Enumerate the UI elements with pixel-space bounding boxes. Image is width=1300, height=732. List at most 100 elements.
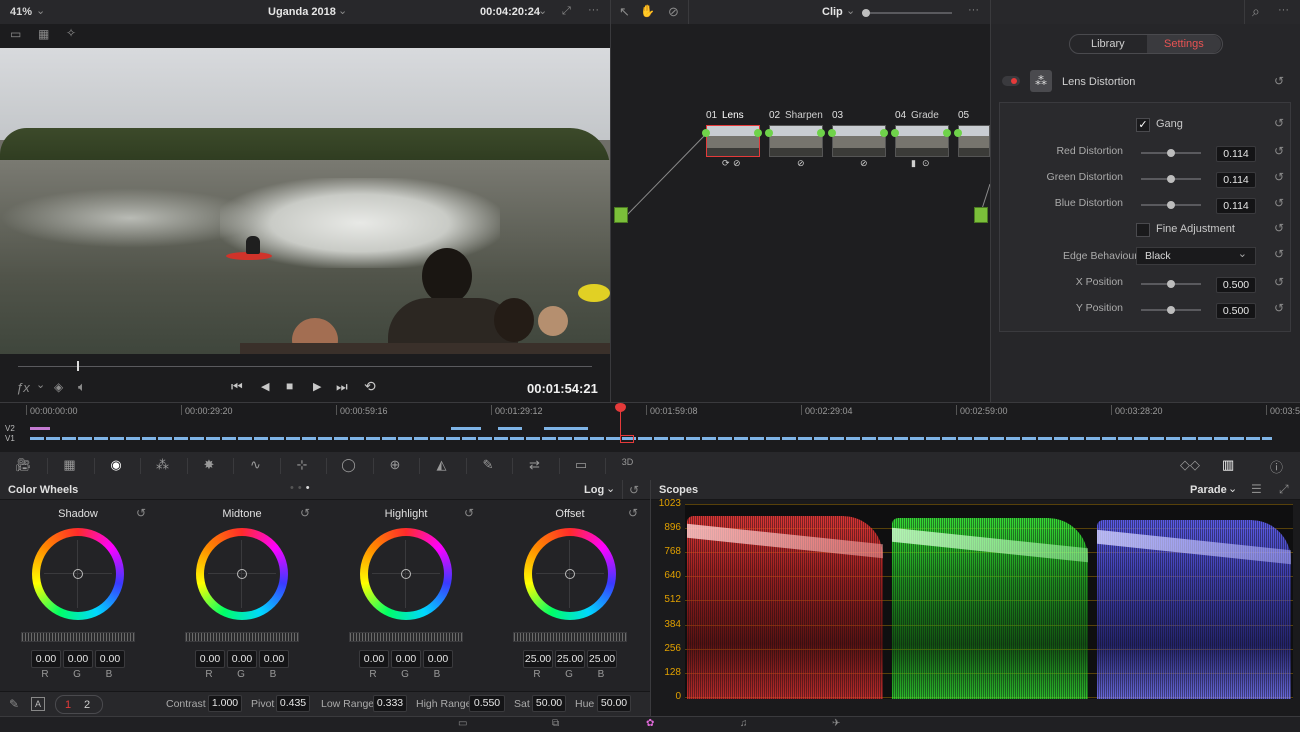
- viewer-options-icon[interactable]: ···: [588, 4, 599, 16]
- param-slider[interactable]: [1141, 201, 1201, 209]
- v2-clip-c[interactable]: [544, 427, 588, 430]
- scrubber-handle[interactable]: [77, 361, 79, 371]
- play-reverse-icon[interactable]: ◀: [261, 380, 269, 393]
- pointer-icon[interactable]: ↖: [619, 4, 630, 20]
- wheel-master-dial[interactable]: [349, 632, 463, 642]
- param-value[interactable]: 0.500: [1216, 277, 1256, 293]
- window-icon[interactable]: ◯: [338, 457, 360, 473]
- node-thumbnail[interactable]: [832, 125, 886, 157]
- node-mode-chevron-icon[interactable]: ⌄: [846, 4, 855, 17]
- adjust-value[interactable]: 50.00: [597, 695, 631, 712]
- edit-page-icon[interactable]: ⧉: [552, 718, 559, 729]
- node-output-dot[interactable]: [754, 129, 762, 137]
- v2-clip[interactable]: [30, 427, 50, 430]
- wheel-value-g[interactable]: 0.00: [227, 650, 257, 668]
- loop-icon[interactable]: ⟲: [364, 378, 376, 395]
- wheel-master-dial[interactable]: [185, 632, 299, 642]
- param-slider[interactable]: [1141, 280, 1201, 288]
- node-editor[interactable]: 01 Lens ⟳ ⊘ 02 Sharpen ⊘ 03 ⊘ 04 Grade ▮ ⊙ 05: [611, 24, 990, 402]
- fairlight-page-icon[interactable]: ♫: [740, 718, 748, 729]
- volume-icon[interactable]: 🔈︎: [78, 379, 86, 395]
- wheel-value-g[interactable]: 25.00: [555, 650, 585, 668]
- fullscreen-icon[interactable]: ⤢: [562, 5, 571, 18]
- wheel-value-b[interactable]: 0.00: [95, 650, 125, 668]
- node-thumbnail[interactable]: [769, 125, 823, 157]
- hand-icon[interactable]: ✋: [640, 4, 655, 18]
- adjust-value[interactable]: 0.435: [276, 695, 310, 712]
- adjust-value[interactable]: 50.00: [532, 695, 566, 712]
- wheel-reset-icon[interactable]: ↺: [628, 506, 638, 520]
- wheel-value-b[interactable]: 0.00: [259, 650, 289, 668]
- page-2-button[interactable]: 2: [84, 699, 90, 711]
- blur-icon[interactable]: ✎: [477, 457, 499, 473]
- rgb-mixer-icon[interactable]: ⁂: [152, 457, 174, 473]
- edge-reset-icon[interactable]: ↺: [1274, 247, 1284, 261]
- camera-icon[interactable]: 🎥︎: [12, 457, 34, 473]
- skip-forward-icon[interactable]: ⏭: [336, 379, 348, 395]
- film-grid-icon[interactable]: ▦: [59, 457, 81, 473]
- node-thumbnail[interactable]: [706, 125, 760, 157]
- param-slider[interactable]: [1141, 175, 1201, 183]
- param-reset-icon[interactable]: ↺: [1274, 170, 1284, 184]
- param-slider[interactable]: [1141, 149, 1201, 157]
- node-input-dot[interactable]: [954, 129, 962, 137]
- tab-settings[interactable]: Settings: [1164, 38, 1204, 50]
- param-slider[interactable]: [1141, 306, 1201, 314]
- magic-mask-icon[interactable]: ◭: [431, 457, 453, 473]
- tab-library[interactable]: Library: [1091, 38, 1125, 50]
- param-value[interactable]: 0.114: [1216, 146, 1256, 162]
- param-reset-icon[interactable]: ↺: [1274, 301, 1284, 315]
- wheel-value-g[interactable]: 0.00: [391, 650, 421, 668]
- page-1-button[interactable]: 1: [65, 699, 71, 711]
- info-icon[interactable]: ⓘ: [1270, 457, 1283, 476]
- stop-icon[interactable]: ■: [286, 379, 293, 393]
- project-chevron-icon[interactable]: ⌄: [338, 4, 347, 17]
- fx-chevron-icon[interactable]: ⌄: [36, 378, 45, 391]
- gang-checkbox[interactable]: ✓: [1136, 118, 1150, 132]
- node-output-dot[interactable]: [880, 129, 888, 137]
- wheel-master-dial[interactable]: [513, 632, 627, 642]
- wheel-value-b[interactable]: 25.00: [587, 650, 617, 668]
- play-icon[interactable]: ▶: [313, 380, 321, 393]
- gang-reset-icon[interactable]: ↺: [1274, 116, 1284, 130]
- mini-timeline[interactable]: 00:00:00:00 00:00:29:20 00:00:59:16 00:01:2…: [0, 402, 1300, 454]
- effect-reset-icon[interactable]: ↺: [1274, 74, 1284, 88]
- scope-icon[interactable]: ▥: [1222, 457, 1234, 473]
- wheel-value-g[interactable]: 0.00: [63, 650, 93, 668]
- color-page-icon[interactable]: ✿: [646, 718, 654, 729]
- fine-adjustment-checkbox[interactable]: [1136, 223, 1150, 237]
- param-value[interactable]: 0.500: [1216, 303, 1256, 319]
- node-output-dot[interactable]: [943, 129, 951, 137]
- scopes-settings-icon[interactable]: ☰: [1251, 482, 1262, 496]
- scrubber-track[interactable]: [18, 366, 592, 367]
- wheel-reset-icon[interactable]: ↺: [136, 506, 146, 520]
- auto-balance-icon[interactable]: A: [31, 697, 45, 711]
- effect-toggle[interactable]: [1002, 76, 1020, 86]
- motion-icon[interactable]: ✸: [198, 457, 220, 473]
- param-reset-icon[interactable]: ↺: [1274, 275, 1284, 289]
- wheel-mode[interactable]: Log: [584, 484, 604, 496]
- param-reset-icon[interactable]: ↺: [1274, 196, 1284, 210]
- zoom-level[interactable]: 41%: [10, 6, 32, 18]
- wheels-reset-icon[interactable]: ↺: [629, 483, 639, 497]
- video-frame[interactable]: [0, 48, 610, 354]
- node-options-icon[interactable]: ···: [968, 4, 979, 16]
- node-zoom-slider[interactable]: [862, 9, 952, 17]
- key-icon[interactable]: ⇄: [524, 457, 546, 473]
- fx-icon[interactable]: ƒx: [16, 380, 30, 395]
- wheel-mode-chevron-icon[interactable]: ⌄: [606, 482, 615, 495]
- wheel-value-b[interactable]: 0.00: [423, 650, 453, 668]
- param-value[interactable]: 0.114: [1216, 198, 1256, 214]
- wheel-value-r[interactable]: 0.00: [195, 650, 225, 668]
- wheel-reset-icon[interactable]: ↺: [464, 506, 474, 520]
- scopes-expand-icon[interactable]: ⤢: [1279, 482, 1289, 497]
- adjust-value[interactable]: 0.550: [469, 695, 505, 712]
- inspector-options-icon[interactable]: ···: [1278, 4, 1289, 16]
- viewer-grid-icon[interactable]: ▦: [38, 27, 49, 41]
- wheel-value-r[interactable]: 25.00: [523, 650, 553, 668]
- skip-back-icon[interactable]: ⏮: [231, 379, 243, 395]
- param-value[interactable]: 0.114: [1216, 172, 1256, 188]
- wheel-value-r[interactable]: 0.00: [31, 650, 61, 668]
- edge-behaviour-select[interactable]: Black ⌄: [1136, 247, 1256, 265]
- curves-icon[interactable]: ∿: [245, 457, 267, 473]
